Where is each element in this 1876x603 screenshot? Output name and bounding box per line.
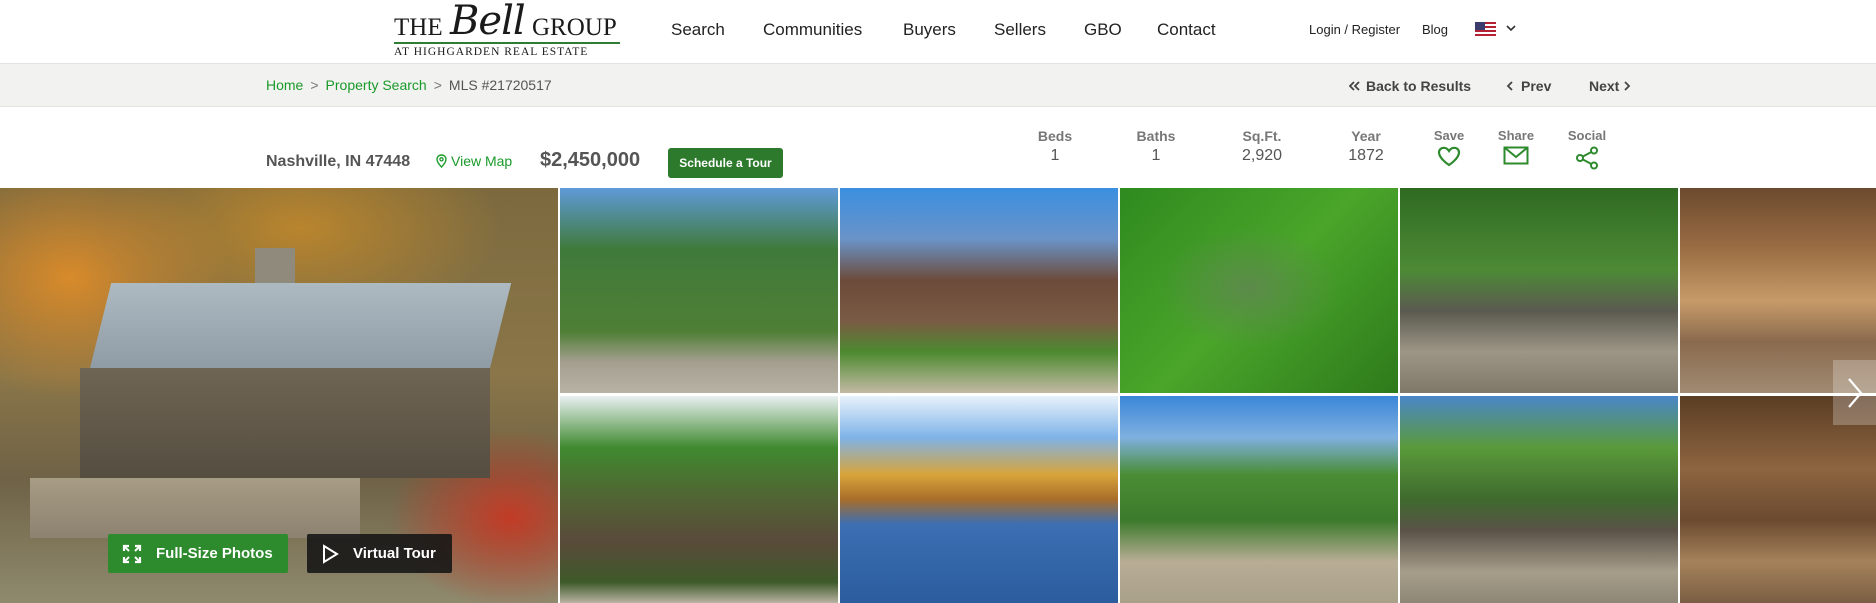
nav-buyers[interactable]: Buyers: [903, 20, 956, 40]
stat-label: Baths: [1136, 128, 1176, 144]
expand-icon: [122, 544, 142, 563]
stat-label: Year: [1351, 128, 1381, 144]
chevron-right-icon: [1624, 81, 1631, 91]
breadcrumb-bar: Home > Property Search > MLS #21720517 Back …: [0, 63, 1876, 107]
envelope-icon: [1503, 146, 1529, 165]
stat-sqft: Sq.Ft. 2,920: [1222, 128, 1302, 165]
next-label: Next: [1589, 78, 1620, 94]
social-share-button[interactable]: Social: [1557, 128, 1617, 170]
gallery-thumbnail[interactable]: [1680, 396, 1876, 603]
logo-bell: Bell: [450, 0, 526, 44]
stat-value: 1: [1050, 147, 1060, 164]
view-map-label: View Map: [451, 153, 513, 169]
full-size-photos-label: Full-Size Photos: [156, 545, 273, 562]
us-flag-icon[interactable]: [1475, 22, 1496, 36]
play-icon: [323, 543, 339, 564]
stat-label: Beds: [1037, 128, 1073, 144]
logo-subtitle: AT HIGHGARDEN REAL ESTATE: [394, 46, 589, 58]
breadcrumb-separator: >: [433, 77, 442, 93]
gallery-thumbnail[interactable]: [1120, 396, 1398, 603]
nav-communities[interactable]: Communities: [763, 20, 862, 40]
listing-summary: Nashville, IN 47448 View Map $2,450,000 …: [0, 107, 1876, 188]
blog-link[interactable]: Blog: [1422, 22, 1448, 37]
share-email-button[interactable]: Share: [1486, 128, 1546, 165]
brand-logo[interactable]: THE Bell GROUP AT HIGHGARDEN REAL ESTATE: [394, 0, 620, 60]
save-button[interactable]: Save: [1419, 128, 1479, 167]
view-map-link[interactable]: View Map: [436, 153, 512, 169]
prev-link[interactable]: Prev: [1505, 78, 1551, 94]
logo-the: THE: [394, 14, 443, 41]
breadcrumb-current: MLS #21720517: [448, 77, 552, 93]
logo-group: GROUP: [532, 14, 617, 41]
full-size-photos-button[interactable]: Full-Size Photos: [108, 534, 288, 573]
back-to-results-link[interactable]: Back to Results: [1348, 78, 1471, 94]
logo-rule: [394, 42, 620, 44]
login-register-link[interactable]: Login / Register: [1309, 22, 1400, 37]
stat-value: 1: [1151, 147, 1161, 164]
share-label: Share: [1497, 128, 1535, 143]
gallery-thumbnail[interactable]: [1400, 396, 1678, 603]
gallery-thumbnail[interactable]: [560, 188, 838, 393]
breadcrumb-property-search[interactable]: Property Search: [326, 77, 427, 93]
chevron-left-icon: [1506, 81, 1513, 91]
prev-label: Prev: [1521, 78, 1552, 94]
schedule-tour-button[interactable]: Schedule a Tour: [668, 148, 783, 178]
double-chevron-left-icon: [1348, 81, 1360, 91]
breadcrumb-separator: >: [310, 77, 319, 93]
nav-search[interactable]: Search: [671, 20, 725, 40]
social-label: Social: [1567, 128, 1607, 143]
next-link[interactable]: Next: [1589, 78, 1632, 94]
save-label: Save: [1433, 128, 1465, 143]
share-nodes-icon: [1576, 146, 1598, 170]
chevron-right-icon: [1847, 377, 1862, 408]
gallery-thumbnail[interactable]: [840, 188, 1118, 393]
stat-beds: Beds 1: [1015, 128, 1095, 165]
breadcrumb-home[interactable]: Home: [266, 77, 303, 93]
stat-label: Sq.Ft.: [1242, 128, 1282, 144]
breadcrumb: Home > Property Search > MLS #21720517: [266, 77, 552, 93]
stat-year: Year 1872: [1326, 128, 1406, 165]
gallery-thumbnail[interactable]: [840, 396, 1118, 603]
stat-value: 1872: [1348, 147, 1384, 164]
virtual-tour-label: Virtual Tour: [353, 545, 436, 562]
back-to-results-label: Back to Results: [1366, 78, 1472, 94]
site-header: THE Bell GROUP AT HIGHGARDEN REAL ESTATE…: [0, 0, 1876, 63]
photo-gallery: Full-Size Photos Virtual Tour: [0, 188, 1876, 603]
virtual-tour-button[interactable]: Virtual Tour: [307, 534, 452, 573]
gallery-thumbnail[interactable]: [1400, 188, 1678, 393]
nav-sellers[interactable]: Sellers: [994, 20, 1046, 40]
listing-price: $2,450,000: [540, 149, 641, 171]
gallery-next-button[interactable]: [1833, 360, 1876, 425]
gallery-thumbnail[interactable]: [560, 396, 838, 603]
chevron-down-icon[interactable]: [1505, 22, 1517, 34]
nav-contact[interactable]: Contact: [1157, 20, 1216, 40]
nav-gbo[interactable]: GBO: [1084, 20, 1122, 40]
listing-address: Nashville, IN 47448: [266, 153, 411, 170]
heart-icon: [1437, 146, 1461, 167]
map-pin-icon: [436, 154, 447, 169]
gallery-thumbnail[interactable]: [1120, 188, 1398, 393]
stat-value: 2,920: [1241, 147, 1283, 164]
stat-baths: Baths 1: [1116, 128, 1196, 165]
